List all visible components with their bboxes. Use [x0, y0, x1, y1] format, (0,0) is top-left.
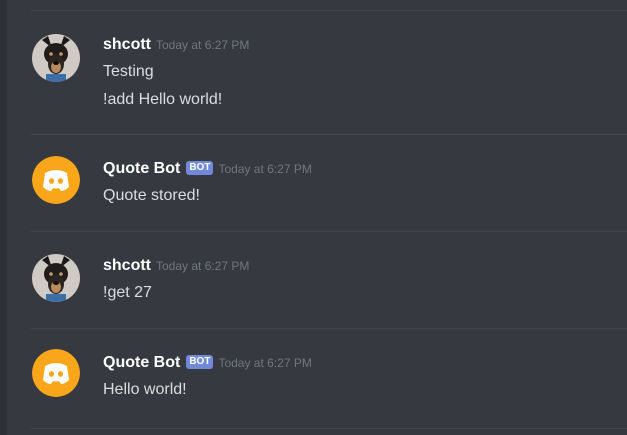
discord-logo-icon[interactable]	[32, 349, 80, 397]
message-divider	[31, 428, 627, 429]
message-divider	[31, 328, 627, 329]
left-rail	[0, 0, 7, 435]
discord-logo-icon[interactable]	[32, 156, 80, 204]
username[interactable]: shcott	[103, 257, 151, 274]
username[interactable]: Quote Bot	[103, 160, 180, 177]
message-divider	[31, 231, 627, 232]
bot-badge: BOT	[186, 355, 214, 369]
message-header: shcott Today at 6:27 PM	[103, 35, 249, 55]
chat-messages: shcott Today at 6:27 PM Testing !add Hell…	[7, 0, 627, 435]
message-text: Testing	[103, 63, 154, 80]
message-text: !add Hello world!	[103, 91, 223, 108]
message-header: Quote Bot BOT Today at 6:27 PM	[103, 159, 312, 179]
message-text: Hello world!	[103, 381, 187, 398]
message-header: shcott Today at 6:27 PM	[103, 256, 249, 276]
message-text: Quote stored!	[103, 187, 200, 204]
dog-avatar-icon[interactable]	[32, 254, 80, 302]
message-divider	[31, 134, 627, 135]
dog-avatar-icon[interactable]	[32, 34, 80, 82]
bot-badge: BOT	[186, 161, 214, 175]
username[interactable]: Quote Bot	[103, 354, 180, 371]
timestamp: Today at 6:27 PM	[156, 259, 250, 273]
timestamp: Today at 6:27 PM	[218, 356, 312, 370]
message-text: !get 27	[103, 284, 152, 301]
message-divider	[31, 10, 627, 11]
timestamp: Today at 6:27 PM	[156, 38, 250, 52]
username[interactable]: shcott	[103, 36, 151, 53]
timestamp: Today at 6:27 PM	[218, 162, 312, 176]
message-header: Quote Bot BOT Today at 6:27 PM	[103, 353, 312, 373]
